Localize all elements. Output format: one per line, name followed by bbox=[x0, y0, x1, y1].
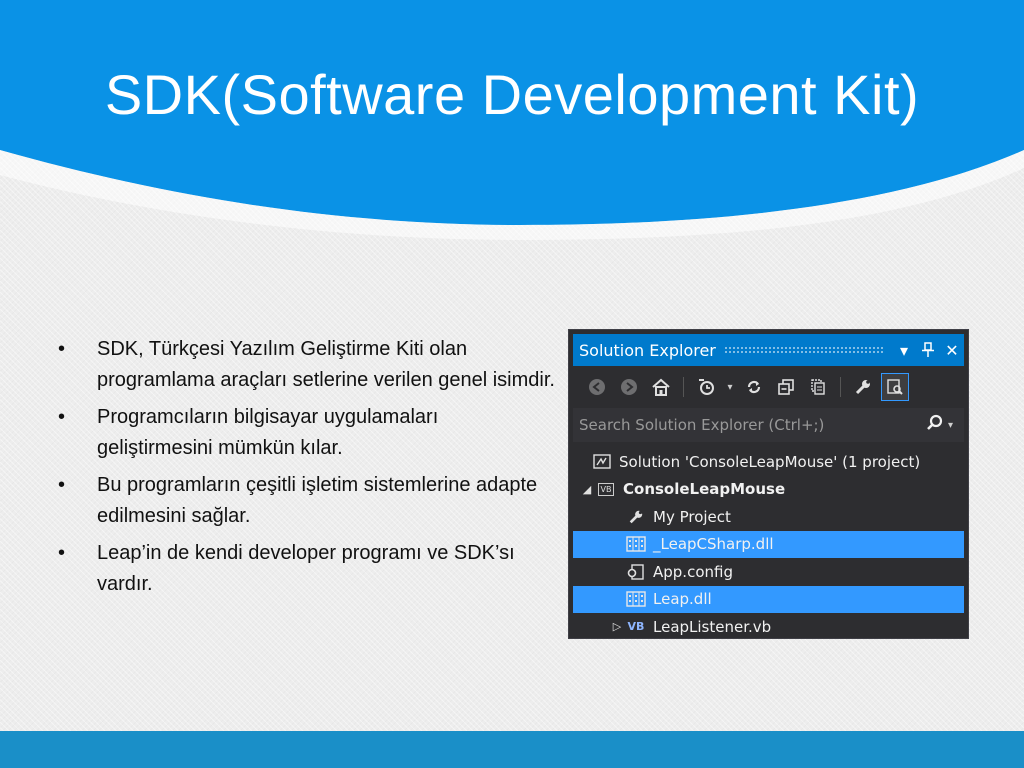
back-icon[interactable] bbox=[583, 373, 611, 401]
tree-item[interactable]: ▷ VB LeapListener.vb bbox=[573, 613, 964, 641]
expand-toggle-icon[interactable]: ▷ bbox=[609, 620, 625, 633]
tree-item-label: LeapListener.vb bbox=[653, 617, 772, 636]
tree-item-label: Solution 'ConsoleLeapMouse' (1 project) bbox=[619, 452, 921, 471]
bullet-item: • Leap’in de kendi developer programı ve … bbox=[58, 538, 558, 600]
pending-changes-icon[interactable] bbox=[692, 373, 720, 401]
solution-search-input[interactable] bbox=[579, 416, 922, 434]
tree-item-label: My Project bbox=[653, 507, 731, 526]
preview-icon[interactable] bbox=[881, 373, 909, 401]
properties-icon[interactable] bbox=[849, 373, 877, 401]
bullet-text: Programcıların bilgisayar uygulamaları g… bbox=[97, 406, 439, 459]
home-icon[interactable] bbox=[647, 373, 675, 401]
bullet-list: • SDK, Türkçesi Yazılım Geliştirme Kiti o… bbox=[58, 334, 558, 606]
collapse-all-icon[interactable] bbox=[772, 373, 800, 401]
dropdown-icon[interactable]: ▾ bbox=[892, 338, 916, 362]
bullet-item: • SDK, Türkçesi Yazılım Geliştirme Kiti o… bbox=[58, 334, 558, 396]
bullet-item: • Programcıların bilgisayar uygulamaları … bbox=[58, 402, 558, 464]
search-options-chevron-icon[interactable]: ▾ bbox=[948, 420, 964, 431]
bullet-dot-icon: • bbox=[58, 542, 66, 564]
bullet-text: Leap’in de kendi developer programı ve S… bbox=[97, 542, 515, 595]
wrench-icon bbox=[625, 507, 647, 527]
tree-item-label: Leap.dll bbox=[653, 590, 712, 609]
config-icon bbox=[625, 562, 647, 582]
vb-file-icon: VB bbox=[627, 620, 645, 634]
tree-item[interactable]: Solution 'ConsoleLeapMouse' (1 project) bbox=[573, 448, 964, 476]
vb-project-icon: VB bbox=[595, 479, 617, 499]
tree-item-label: App.config bbox=[653, 562, 733, 581]
dll-icon bbox=[625, 534, 647, 554]
chevron-down-icon[interactable]: ▾ bbox=[724, 382, 736, 393]
solution-search-bar: ▾ bbox=[573, 408, 964, 442]
tree-item[interactable]: ◢ VB ConsoleLeapMouse bbox=[573, 476, 964, 504]
tree-item-label: _LeapCSharp.dll bbox=[653, 535, 774, 554]
tree-item[interactable]: _LeapCSharp.dll bbox=[573, 530, 964, 558]
refresh-icon[interactable] bbox=[740, 373, 768, 401]
bullet-text: Bu programların çeşitli işletim sistemle… bbox=[97, 474, 538, 527]
toolbar-separator bbox=[840, 377, 841, 397]
bullet-dot-icon: • bbox=[58, 474, 66, 496]
pin-icon[interactable] bbox=[916, 338, 940, 362]
solution-explorer-panel: Solution Explorer ▾ ✕ ▾ Search Solution … bbox=[568, 329, 969, 639]
search-icon[interactable] bbox=[922, 414, 948, 437]
tree-item[interactable]: App.config bbox=[573, 558, 964, 586]
solution-tree: Solution 'ConsoleLeapMouse' (1 project) ◢… bbox=[573, 448, 964, 641]
solution-icon bbox=[591, 452, 613, 472]
show-all-files-icon[interactable] bbox=[804, 373, 832, 401]
bullet-dot-icon: • bbox=[58, 406, 66, 428]
bottom-bar bbox=[0, 731, 1024, 768]
expand-toggle-icon[interactable]: ◢ bbox=[579, 483, 595, 496]
tree-item-label: ConsoleLeapMouse bbox=[623, 480, 786, 499]
drag-grip[interactable] bbox=[723, 346, 884, 354]
tree-item[interactable]: Leap.dll bbox=[573, 585, 964, 613]
forward-icon[interactable] bbox=[615, 373, 643, 401]
bullet-item: • Bu programların çeşitli işletim sisteml… bbox=[58, 470, 558, 532]
toolbar-separator bbox=[683, 377, 684, 397]
slide-title: SDK(Software Development Kit) bbox=[104, 63, 920, 126]
tree-item[interactable]: My Project bbox=[573, 503, 964, 531]
solution-explorer-titlebar[interactable]: Solution Explorer ▾ ✕ bbox=[573, 334, 964, 366]
bullet-dot-icon: • bbox=[58, 338, 66, 360]
solution-explorer-title: Solution Explorer bbox=[579, 340, 716, 360]
solution-explorer-toolbar: ▾ bbox=[573, 368, 964, 406]
dll-icon bbox=[625, 589, 647, 609]
close-icon[interactable]: ✕ bbox=[940, 338, 964, 362]
bullet-text: SDK, Türkçesi Yazılım Geliştirme Kiti ol… bbox=[97, 338, 555, 391]
